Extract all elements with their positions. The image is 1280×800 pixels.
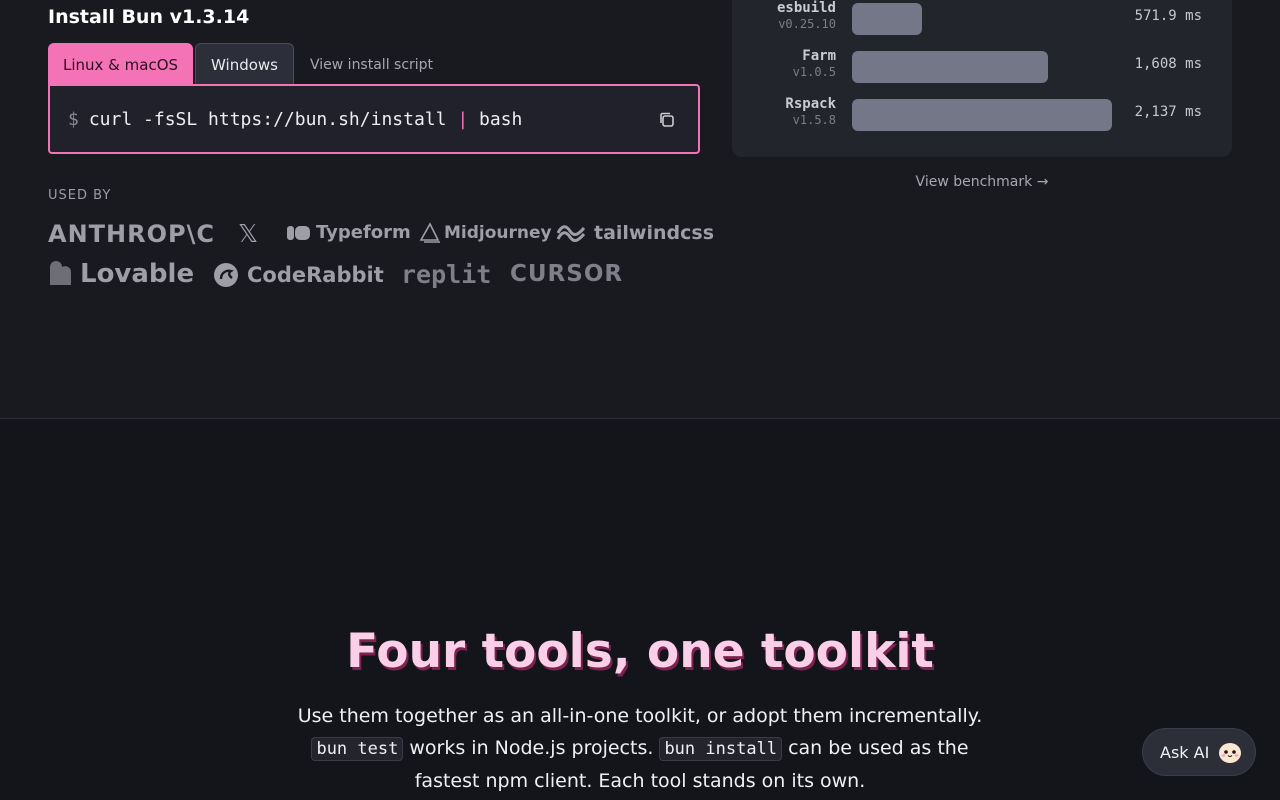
install-tabs: Linux & macOS Windows View install scrip… [48, 42, 449, 86]
ask-ai-label: Ask AI [1160, 742, 1210, 762]
install-section: Install Bun v1.3.14 Linux & macOS Window… [0, 0, 1280, 419]
benchmark-tool-version: v1.0.5 [792, 65, 836, 79]
ask-ai-button[interactable]: Ask AI [1142, 728, 1256, 776]
benchmark-tool-name: Rspack [785, 96, 836, 112]
anthropic-logo: ANTHROP\C [48, 220, 215, 248]
bun-test-code: bun test [311, 737, 404, 761]
command-tail: bash [479, 108, 523, 130]
typeform-logo: Typeform [286, 222, 411, 243]
benchmark-row: Farm v1.0.5 1,608 ms [732, 48, 1232, 88]
bun-mascot-icon [1219, 743, 1242, 763]
benchmark-value: 2,137 ms [1134, 104, 1202, 120]
hero-title: Four tools, one toolkit [346, 624, 934, 679]
benchmark-tool-version: v0.25.10 [778, 17, 836, 31]
copy-icon[interactable] [658, 111, 676, 129]
bun-install-code: bun install [659, 737, 783, 761]
used-by-label: USED BY [48, 188, 112, 203]
benchmark-tool: esbuild v0.25.10 [777, 0, 836, 31]
coderabbit-logo: CodeRabbit [213, 262, 384, 288]
tailwindcss-logo: tailwindcss [556, 222, 714, 244]
lovable-logo: Lovable [48, 259, 194, 289]
midjourney-logo: Midjourney [418, 222, 552, 244]
hero-mid-1: works in Node.js projects. [403, 737, 660, 759]
hero-description: Use them together as an all-in-one toolk… [290, 700, 990, 797]
benchmark-tool-name: esbuild [776, 0, 836, 16]
replit-logo: replit [401, 260, 492, 289]
hero-line-1: Use them together as an all-in-one toolk… [297, 705, 983, 727]
benchmark-value: 1,608 ms [1134, 56, 1202, 72]
benchmark-card: esbuild v0.25.10 571.9 ms Farm v1.0.5 1,608 m… [732, 0, 1232, 157]
x-logo: 𝕏 [238, 219, 259, 248]
benchmark-value: 571.9 ms [1134, 8, 1202, 24]
coderabbit-icon [214, 263, 238, 287]
benchmark-tool-name: Farm [802, 48, 836, 64]
tab-windows[interactable]: Windows [195, 43, 294, 86]
command-pipe: | [457, 108, 469, 130]
lovable-heart-icon [50, 261, 72, 285]
command-text: curl -fsSL https://bun.sh/install [88, 108, 447, 130]
install-title: Install Bun v1.3.14 [48, 6, 250, 28]
typeform-icon [287, 225, 310, 240]
install-command-box[interactable]: $ curl -fsSL https://bun.sh/install | ba… [48, 84, 700, 154]
sailboat-icon [419, 222, 440, 243]
benchmark-tool: Rspack v1.5.8 [785, 96, 836, 127]
benchmark-bar [852, 3, 922, 35]
benchmark-row: Rspack v1.5.8 2,137 ms [732, 96, 1232, 136]
benchmark-bar [852, 99, 1112, 131]
benchmark-tool: Farm v1.0.5 [793, 48, 836, 79]
cursor-logo: CURSOR [510, 261, 624, 287]
tab-linux-macos[interactable]: Linux & macOS [48, 43, 194, 86]
view-install-script-link[interactable]: View install script [294, 43, 449, 86]
command-prompt: $ [68, 108, 79, 130]
view-benchmark-link[interactable]: View benchmark → [732, 174, 1232, 190]
tailwind-wave-icon [556, 225, 586, 243]
benchmark-tool-version: v1.5.8 [792, 113, 836, 127]
benchmark-bar [852, 51, 1048, 83]
benchmark-row: esbuild v0.25.10 571.9 ms [732, 0, 1232, 40]
